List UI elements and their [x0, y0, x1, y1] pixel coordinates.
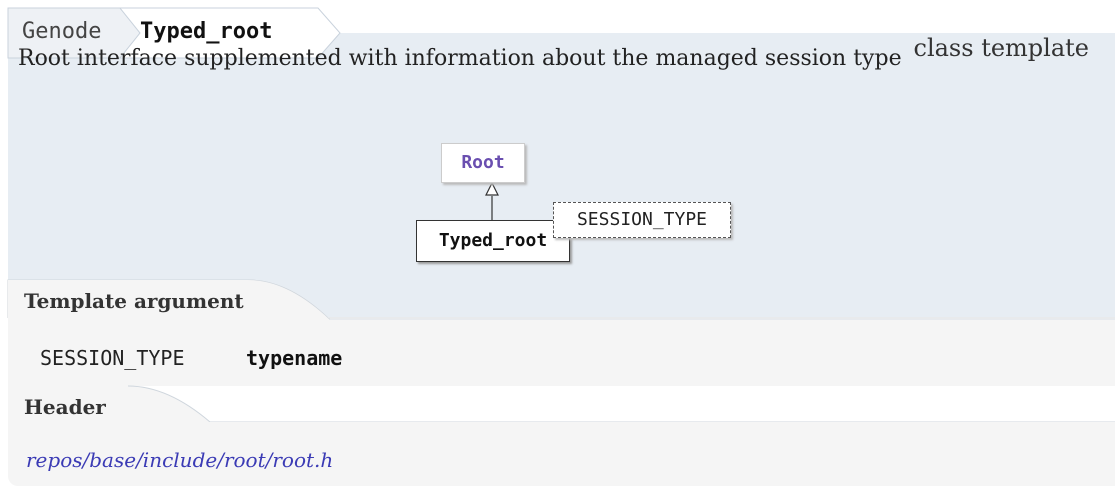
header-title: Header [24, 395, 106, 419]
base-class-box[interactable]: Root [441, 143, 525, 183]
template-param-box: SESSION_TYPE [553, 202, 731, 238]
template-argument-name: SESSION_TYPE [40, 346, 185, 370]
class-description: Root interface supplemented with informa… [18, 46, 902, 71]
template-argument-type: typename [246, 346, 343, 370]
inheritance-diagram: Root Typed_root SESSION_TYPE [410, 140, 740, 270]
template-argument-title: Template argument [24, 289, 244, 313]
class-box: Typed_root [416, 220, 570, 262]
class-kind: class template [913, 34, 1090, 62]
header-file-link[interactable]: repos/base/include/root/root.h [26, 448, 333, 472]
